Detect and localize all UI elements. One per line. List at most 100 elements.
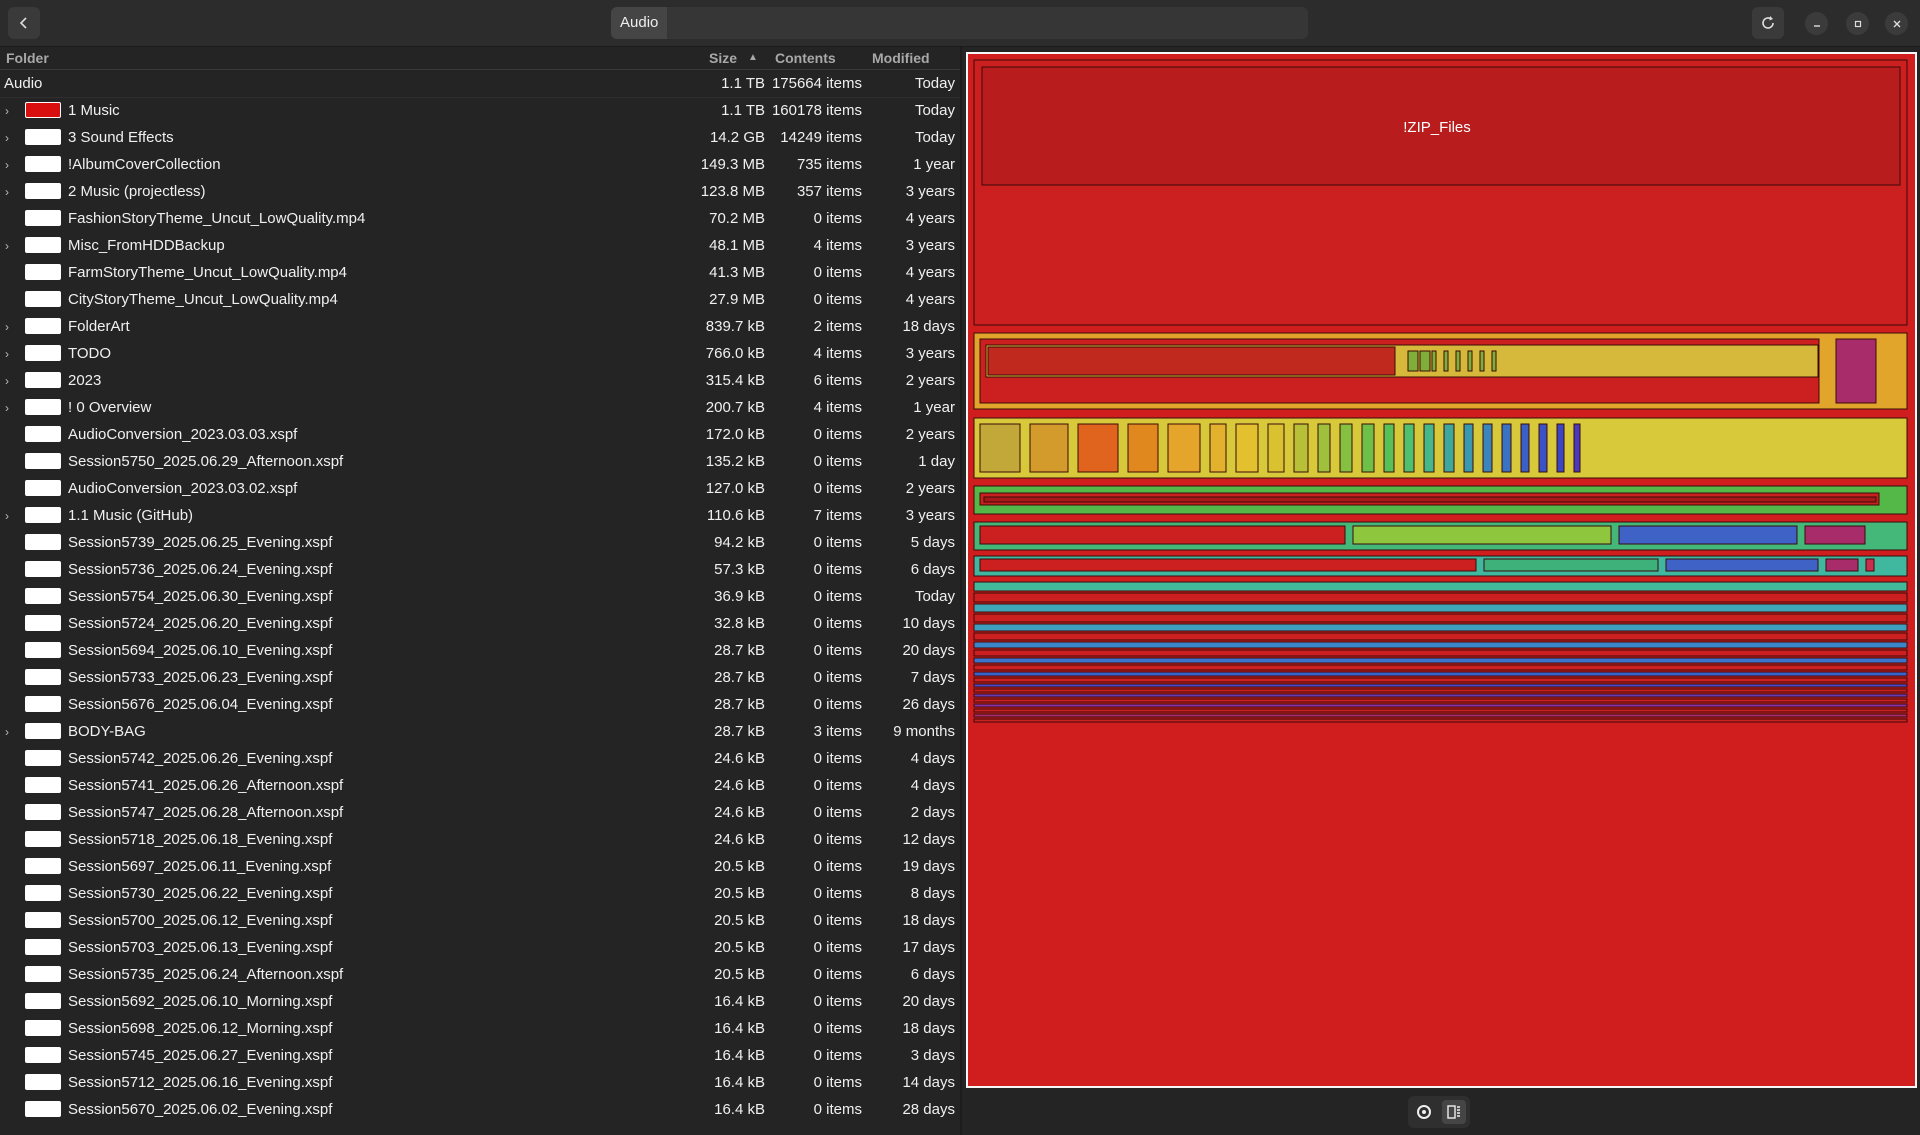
treemap-cell[interactable] [1127, 423, 1159, 473]
expand-chevron-icon[interactable]: › [5, 185, 9, 199]
treemap-cell[interactable] [973, 708, 1908, 713]
treemap-cell[interactable] [1665, 558, 1819, 572]
list-item[interactable]: › 2 Music (projectless) 123.8 MB 357 items 3… [0, 178, 960, 205]
list-item[interactable]: › 1.1 Music (GitHub) 110.6 kB 7 items 3 year… [0, 502, 960, 529]
list-item[interactable]: Session5670_2025.06.02_Evening.xspf 16.4 … [0, 1096, 960, 1123]
list-item[interactable]: › ! 0 Overview 200.7 kB 4 items 1 year [0, 394, 960, 421]
treemap-cell[interactable] [1407, 350, 1419, 372]
list-item[interactable]: FashionStoryTheme_Uncut_LowQuality.mp4 70… [0, 205, 960, 232]
expand-chevron-icon[interactable]: › [5, 131, 9, 145]
treemap-cell[interactable] [1267, 423, 1285, 473]
treemap-cell[interactable] [979, 525, 1346, 545]
list-item[interactable]: › FolderArt 839.7 kB 2 items 18 days [0, 313, 960, 340]
treemap-cell[interactable] [973, 581, 1908, 592]
treemap-cell[interactable] [1419, 350, 1431, 372]
panel-divider[interactable] [960, 47, 962, 1135]
treemap-cell[interactable] [973, 677, 1908, 683]
treemap-cell[interactable] [973, 603, 1908, 613]
treemap-cell[interactable] [1618, 525, 1798, 545]
list-item[interactable]: Session5724_2025.06.20_Evening.xspf 32.8 … [0, 610, 960, 637]
path-crumb-audio[interactable]: Audio [611, 7, 668, 39]
treemap-cell[interactable] [1501, 423, 1512, 473]
treemap-cell[interactable] [973, 664, 1908, 671]
treemap-cell[interactable] [973, 641, 1908, 649]
close-button[interactable] [1885, 12, 1908, 35]
treemap-cell[interactable] [1463, 423, 1474, 473]
expand-chevron-icon[interactable]: › [5, 374, 9, 388]
list-item[interactable]: Session5703_2025.06.13_Evening.xspf 20.5 … [0, 934, 960, 961]
treemap-cell[interactable] [1209, 423, 1227, 473]
list-item[interactable]: › TODO 766.0 kB 4 items 3 years [0, 340, 960, 367]
column-modified[interactable]: Modified [872, 50, 930, 66]
treemap-cell[interactable] [1361, 423, 1375, 473]
list-item[interactable]: › 2023 315.4 kB 6 items 2 years [0, 367, 960, 394]
treemap-cell[interactable] [1293, 423, 1309, 473]
list-item[interactable]: AudioConversion_2023.03.03.xspf 172.0 kB 0… [0, 421, 960, 448]
ring-chart-button[interactable] [1412, 1100, 1436, 1124]
list-item[interactable]: › 1 Music 1.1 TB 160178 items Today [0, 97, 960, 124]
list-item[interactable]: Session5694_2025.06.10_Evening.xspf 28.7 … [0, 637, 960, 664]
treemap-cell[interactable] [973, 698, 1908, 703]
treemap-cell[interactable] [973, 592, 1908, 603]
maximize-button[interactable] [1846, 12, 1869, 35]
treemap-cell[interactable] [1443, 350, 1449, 372]
list-item[interactable]: FarmStoryTheme_Uncut_LowQuality.mp4 41.3 … [0, 259, 960, 286]
treemap-cell[interactable] [983, 496, 1877, 503]
treemap-cell[interactable] [973, 632, 1908, 641]
expand-chevron-icon[interactable]: › [5, 509, 9, 523]
treemap-cell[interactable] [973, 623, 1908, 632]
expand-chevron-icon[interactable]: › [5, 347, 9, 361]
treemap-cell[interactable] [973, 683, 1908, 688]
treemap-cell[interactable] [1467, 350, 1473, 372]
treemap-cell[interactable] [973, 718, 1908, 723]
treemap-cell[interactable] [1491, 350, 1497, 372]
treemap-cell[interactable] [1339, 423, 1353, 473]
treemap-cell[interactable] [979, 558, 1477, 572]
treemap-cell[interactable] [1029, 423, 1069, 473]
treemap-cell[interactable] [973, 688, 1908, 693]
treemap-cell[interactable] [1804, 525, 1866, 545]
list-item[interactable]: Session5692_2025.06.10_Morning.xspf 16.4 … [0, 988, 960, 1015]
root-row[interactable]: Audio 1.1 TB 175664 items Today [0, 70, 960, 98]
list-item[interactable]: › 3 Sound Effects 14.2 GB 14249 items Today [0, 124, 960, 151]
treemap-cell[interactable] [973, 657, 1908, 664]
treemap-cell[interactable] [1556, 423, 1565, 473]
list-item[interactable]: › !AlbumCoverCollection 149.3 MB 735 items 1… [0, 151, 960, 178]
treemap-cell[interactable] [973, 649, 1908, 657]
expand-chevron-icon[interactable]: › [5, 239, 9, 253]
treemap-cell[interactable] [973, 703, 1908, 708]
refresh-button[interactable] [1752, 7, 1784, 39]
list-item[interactable]: Session5747_2025.06.28_Afternoon.xspf 24.… [0, 799, 960, 826]
treemap-cell[interactable] [1403, 423, 1415, 473]
treemap-block[interactable] [1835, 338, 1877, 404]
treemap-cell[interactable] [1443, 423, 1455, 473]
list-item[interactable]: Session5739_2025.06.25_Evening.xspf 94.2 … [0, 529, 960, 556]
treemap-cell[interactable] [1383, 423, 1395, 473]
column-folder[interactable]: Folder [6, 50, 49, 66]
expand-chevron-icon[interactable]: › [5, 401, 9, 415]
treemap-cell[interactable] [979, 423, 1021, 473]
expand-chevron-icon[interactable]: › [5, 725, 9, 739]
minimize-button[interactable] [1805, 12, 1828, 35]
list-item[interactable]: Session5736_2025.06.24_Evening.xspf 57.3 … [0, 556, 960, 583]
treemap-cell[interactable] [1483, 558, 1659, 572]
column-size[interactable]: Size [709, 50, 737, 66]
list-item[interactable]: Session5742_2025.06.26_Evening.xspf 24.6 … [0, 745, 960, 772]
treemap-cell[interactable] [973, 713, 1908, 718]
expand-chevron-icon[interactable]: › [5, 158, 9, 172]
list-item[interactable]: Session5712_2025.06.16_Evening.xspf 16.4 … [0, 1069, 960, 1096]
list-item[interactable]: Session5745_2025.06.27_Evening.xspf 16.4 … [0, 1042, 960, 1069]
list-item[interactable]: AudioConversion_2023.03.02.xspf 127.0 kB 0… [0, 475, 960, 502]
treemap-cell[interactable] [1317, 423, 1331, 473]
treemap-cell[interactable] [1479, 350, 1485, 372]
back-button[interactable] [8, 7, 40, 39]
list-item[interactable]: Session5730_2025.06.22_Evening.xspf 20.5 … [0, 880, 960, 907]
treemap-button[interactable] [1442, 1100, 1466, 1124]
list-item[interactable]: Session5698_2025.06.12_Morning.xspf 16.4 … [0, 1015, 960, 1042]
path-bar[interactable]: Audio [611, 7, 1308, 39]
list-item[interactable]: › BODY-BAG 28.7 kB 3 items 9 months [0, 718, 960, 745]
expand-chevron-icon[interactable]: › [5, 104, 9, 118]
list-item[interactable]: Session5754_2025.06.30_Evening.xspf 36.9 … [0, 583, 960, 610]
list-item[interactable]: Session5700_2025.06.12_Evening.xspf 20.5 … [0, 907, 960, 934]
treemap-cell[interactable] [1538, 423, 1548, 473]
